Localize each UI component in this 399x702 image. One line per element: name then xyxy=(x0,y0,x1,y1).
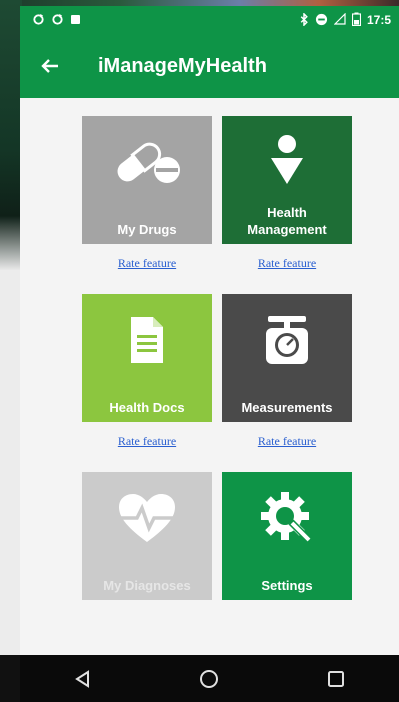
nav-home-button[interactable] xyxy=(179,659,239,699)
status-bar-left xyxy=(32,13,81,28)
system-nav-bar xyxy=(20,655,399,702)
tile-settings[interactable]: Settings xyxy=(222,472,352,600)
background-surface xyxy=(0,270,20,655)
tile-health-docs[interactable]: Health Docs xyxy=(82,294,212,422)
tile-label: Health Docs xyxy=(109,400,185,415)
nav-home-icon xyxy=(200,669,219,688)
gear-icon xyxy=(222,472,352,564)
app-bar: iManageMyHealth xyxy=(20,34,399,98)
arrow-back-icon xyxy=(41,59,58,73)
app-title: iManageMyHealth xyxy=(98,54,267,77)
rate-feature-link-health-docs[interactable]: Rate feature xyxy=(82,434,212,449)
rate-feature-link-my-drugs[interactable]: Rate feature xyxy=(82,256,212,271)
status-bar: 17:5 xyxy=(20,6,399,34)
tile-label: Measurements xyxy=(241,400,333,415)
feature-grid: My Drugs Rate feature Health Management … xyxy=(20,98,399,655)
tile-my-drugs[interactable]: My Drugs xyxy=(82,116,212,244)
tile-label: Settings xyxy=(261,578,313,593)
tile-label: Health Management xyxy=(247,204,326,238)
do-not-disturb-icon xyxy=(315,13,328,28)
nav-back-button[interactable] xyxy=(53,659,113,699)
document-icon xyxy=(82,294,212,386)
battery-icon xyxy=(351,12,362,28)
tile-measurements[interactable]: Measurements xyxy=(222,294,352,422)
sync-icon xyxy=(32,13,45,28)
status-bar-right: 17:5 xyxy=(299,11,391,28)
heart-pulse-icon xyxy=(82,472,212,564)
nav-back-icon xyxy=(75,669,90,688)
person-icon xyxy=(222,116,352,208)
tile-health-management[interactable]: Health Management xyxy=(222,116,352,244)
status-time: 17:5 xyxy=(366,13,391,27)
tile-label: My Drugs xyxy=(117,222,177,237)
phone-screen: 17:5 iManageMyHealth My Drugs Rate featu… xyxy=(20,6,399,702)
tile-my-diagnoses[interactable]: My Diagnoses xyxy=(82,472,212,600)
tile-label-line: Management xyxy=(247,222,327,237)
rate-feature-link-measurements[interactable]: Rate feature xyxy=(222,434,352,449)
wifi-icon xyxy=(333,12,346,27)
sync-icon xyxy=(51,13,64,28)
tile-label: My Diagnoses xyxy=(103,578,191,593)
pill-icon xyxy=(82,116,212,208)
bluetooth-icon xyxy=(299,11,309,28)
nav-recents-icon xyxy=(327,670,344,687)
back-button[interactable] xyxy=(26,42,74,90)
background-photo-edge xyxy=(0,0,22,270)
nav-recents-button[interactable] xyxy=(306,659,366,699)
scale-icon xyxy=(222,294,352,386)
tile-label-line: Health xyxy=(267,205,307,220)
notification-icon xyxy=(70,14,81,27)
rate-feature-link-health-management[interactable]: Rate feature xyxy=(222,256,352,271)
